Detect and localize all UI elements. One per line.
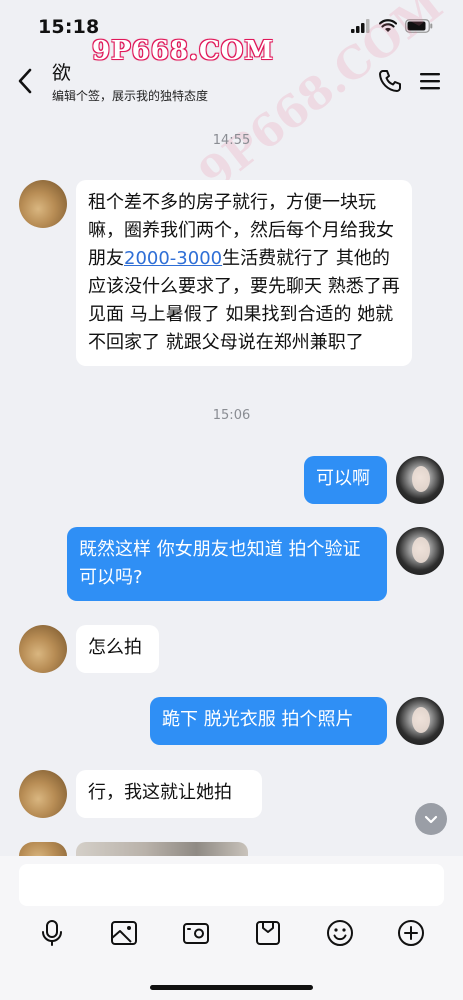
- message-incoming[interactable]: 租个差不多的房子就行，方便一块玩嘛，圈养我们两个，然后每个月给我女朋友2000-…: [76, 180, 412, 366]
- back-arrow-icon[interactable]: [14, 66, 38, 96]
- microphone-icon[interactable]: [37, 918, 67, 948]
- file-icon[interactable]: [253, 918, 283, 948]
- chevron-down-icon: [424, 815, 438, 824]
- emoji-icon[interactable]: [325, 918, 355, 948]
- status-time: 15:18: [38, 16, 100, 38]
- message-incoming[interactable]: 行，我这就让她拍: [76, 770, 262, 818]
- contact-avatar[interactable]: [19, 842, 67, 856]
- contact-avatar[interactable]: [19, 770, 67, 818]
- contact-avatar[interactable]: [19, 180, 67, 228]
- contact-avatar[interactable]: [19, 625, 67, 673]
- message-incoming[interactable]: 怎么拍: [76, 625, 159, 673]
- timestamp: 15:06: [212, 408, 251, 423]
- message-outgoing[interactable]: 既然这样 你女朋友也知道 拍个验证可以吗?: [67, 527, 387, 601]
- image-icon[interactable]: [109, 918, 139, 948]
- number-link[interactable]: 2000-3000: [124, 248, 222, 269]
- message-outgoing[interactable]: 跪下 脱光衣服 拍个照片: [150, 697, 387, 745]
- plus-icon[interactable]: [396, 918, 426, 948]
- message-text: 既然这样 你女朋友也知道 拍个验证可以吗?: [79, 539, 361, 588]
- chat-header: 欲 编辑个签，展示我的独特态度: [0, 52, 463, 110]
- menu-icon[interactable]: [419, 70, 441, 92]
- message-text: 跪下 脱光衣服 拍个照片: [162, 709, 354, 730]
- message-text: 可以啊: [316, 468, 370, 489]
- self-avatar[interactable]: [396, 697, 444, 745]
- message-outgoing[interactable]: 可以啊: [304, 456, 387, 504]
- contact-signature: 编辑个签，展示我的独特态度: [52, 89, 209, 103]
- message-text: 行，我这就让她拍: [88, 782, 232, 803]
- scroll-to-bottom-button[interactable]: [415, 803, 447, 835]
- phone-icon[interactable]: [377, 68, 403, 94]
- home-indicator: [150, 985, 313, 990]
- input-area: [0, 856, 463, 1000]
- self-avatar[interactable]: [396, 527, 444, 575]
- message-input[interactable]: [19, 864, 444, 906]
- timestamp: 14:55: [212, 133, 251, 148]
- image-message[interactable]: [76, 842, 248, 856]
- message-text: 怎么拍: [88, 637, 142, 658]
- camera-icon[interactable]: [181, 918, 211, 948]
- contact-name[interactable]: 欲: [52, 58, 71, 85]
- self-avatar[interactable]: [396, 456, 444, 504]
- input-toolbar: [0, 918, 463, 954]
